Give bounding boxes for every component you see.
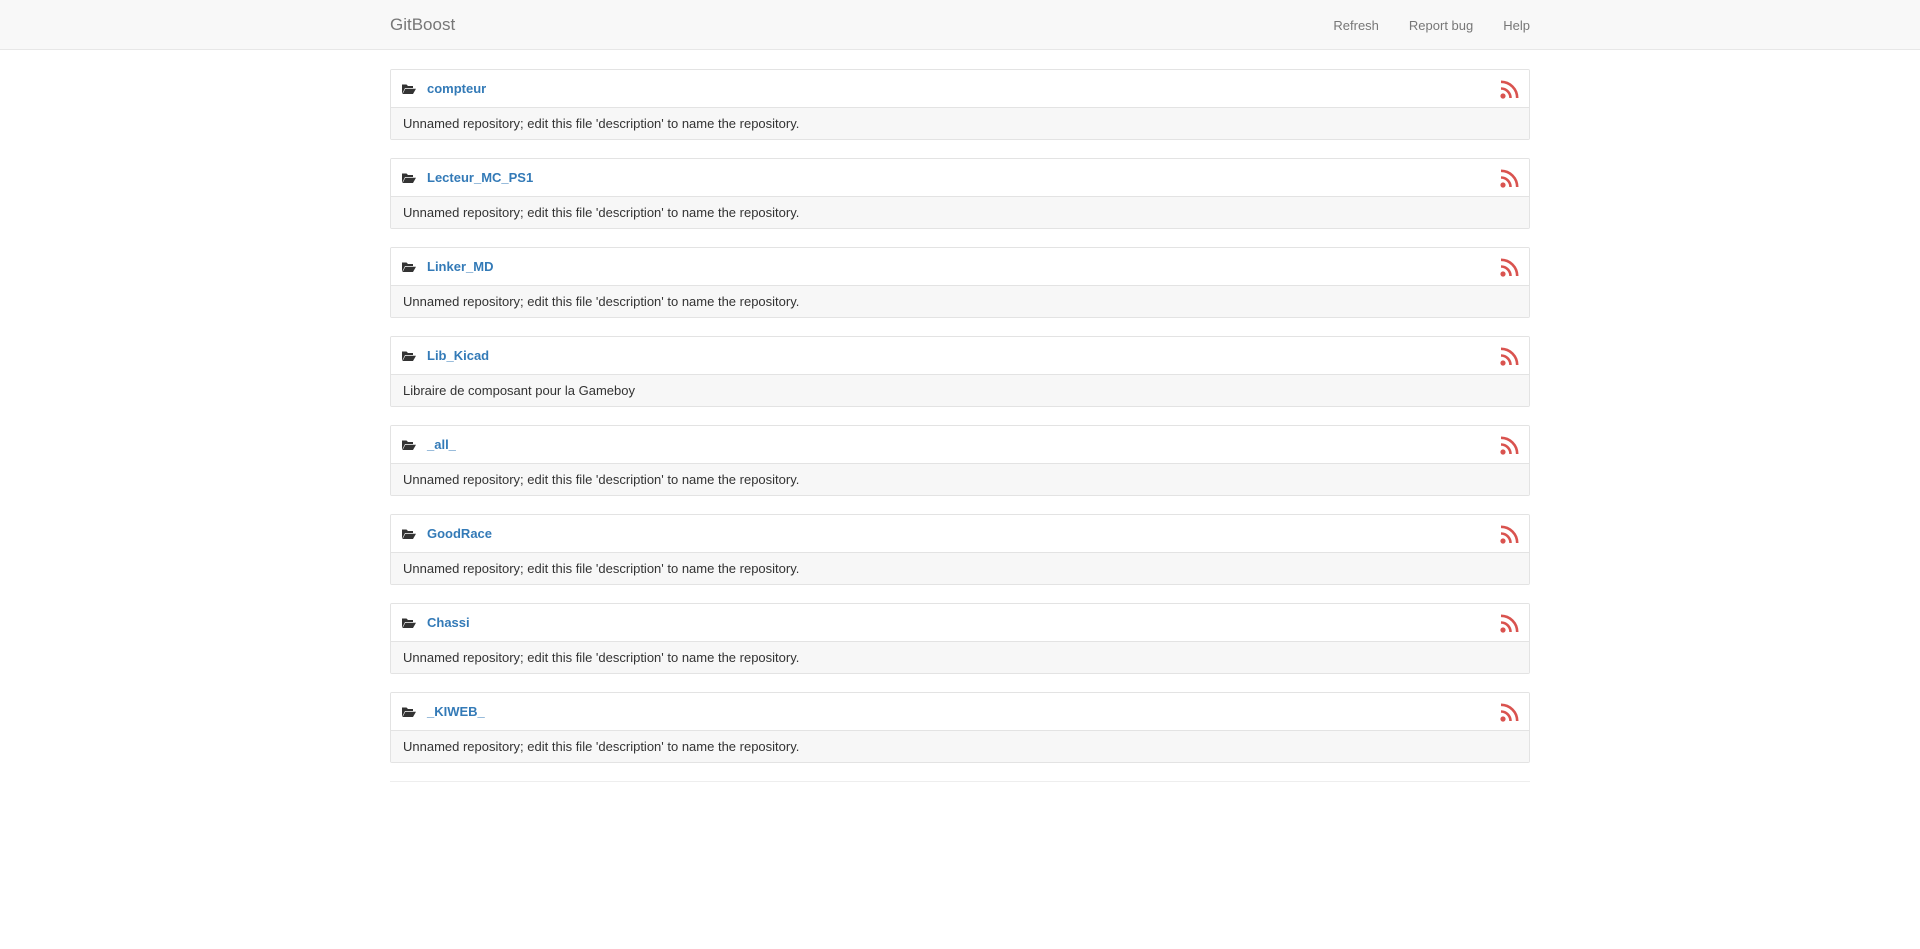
repo-description: Unnamed repository; edit this file 'desc… (391, 464, 1529, 495)
repo-description: Unnamed repository; edit this file 'desc… (391, 108, 1529, 139)
repo-description: Libraire de composant pour la Gameboy (391, 375, 1529, 406)
refresh-link[interactable]: Refresh (1333, 18, 1379, 33)
repo-panel: Lecteur_MC_PS1 Unnamed repository; edit … (390, 158, 1530, 229)
repo-description: Unnamed repository; edit this file 'desc… (391, 642, 1529, 673)
repo-name-link[interactable]: Lecteur_MC_PS1 (427, 170, 533, 185)
rss-feed-icon[interactable] (1500, 258, 1519, 277)
folder-open-icon (402, 528, 416, 540)
repo-description: Unnamed repository; edit this file 'desc… (391, 553, 1529, 584)
repo-name-link[interactable]: Linker_MD (427, 259, 493, 274)
repo-panel: compteur Unnamed repository; edit this f… (390, 69, 1530, 140)
repo-heading: Lecteur_MC_PS1 (391, 159, 1529, 197)
rss-feed-icon[interactable] (1500, 525, 1519, 544)
repo-list: compteur Unnamed repository; edit this f… (390, 50, 1530, 782)
repo-panel: GoodRace Unnamed repository; edit this f… (390, 514, 1530, 585)
help-link[interactable]: Help (1503, 18, 1530, 33)
rss-feed-icon[interactable] (1500, 614, 1519, 633)
repo-heading: Lib_Kicad (391, 337, 1529, 375)
folder-open-icon (402, 83, 416, 95)
repo-description: Unnamed repository; edit this file 'desc… (391, 286, 1529, 317)
rss-feed-icon[interactable] (1500, 347, 1519, 366)
folder-open-icon (402, 350, 416, 362)
footer-divider (390, 781, 1530, 782)
navbar: GitBoost Refresh Report bug Help (0, 0, 1920, 50)
report-bug-link[interactable]: Report bug (1409, 18, 1473, 33)
repo-panel: _all_ Unnamed repository; edit this file… (390, 425, 1530, 496)
repo-description: Unnamed repository; edit this file 'desc… (391, 197, 1529, 228)
rss-feed-icon[interactable] (1500, 436, 1519, 455)
repo-heading: GoodRace (391, 515, 1529, 553)
brand-link[interactable]: GitBoost (390, 15, 455, 35)
repo-panel: Lib_Kicad Libraire de composant pour la … (390, 336, 1530, 407)
navbar-container: GitBoost Refresh Report bug Help (390, 0, 1530, 50)
folder-open-icon (402, 617, 416, 629)
repo-heading: _all_ (391, 426, 1529, 464)
repo-name-link[interactable]: _all_ (427, 437, 456, 452)
repo-panel: _KIWEB_ Unnamed repository; edit this fi… (390, 692, 1530, 763)
folder-open-icon (402, 172, 416, 184)
repo-panel: Chassi Unnamed repository; edit this fil… (390, 603, 1530, 674)
folder-open-icon (402, 261, 416, 273)
rss-feed-icon[interactable] (1500, 169, 1519, 188)
repo-name-link[interactable]: _KIWEB_ (427, 704, 485, 719)
repo-heading: Linker_MD (391, 248, 1529, 286)
repo-name-link[interactable]: compteur (427, 81, 486, 96)
repo-name-link[interactable]: Chassi (427, 615, 470, 630)
repo-name-link[interactable]: GoodRace (427, 526, 492, 541)
repo-heading: compteur (391, 70, 1529, 108)
rss-feed-icon[interactable] (1500, 80, 1519, 99)
repo-panel: Linker_MD Unnamed repository; edit this … (390, 247, 1530, 318)
repo-heading: _KIWEB_ (391, 693, 1529, 731)
folder-open-icon (402, 706, 416, 718)
repo-description: Unnamed repository; edit this file 'desc… (391, 731, 1529, 762)
repo-heading: Chassi (391, 604, 1529, 642)
folder-open-icon (402, 439, 416, 451)
nav-links: Refresh Report bug Help (1333, 18, 1530, 33)
rss-feed-icon[interactable] (1500, 703, 1519, 722)
repo-name-link[interactable]: Lib_Kicad (427, 348, 489, 363)
